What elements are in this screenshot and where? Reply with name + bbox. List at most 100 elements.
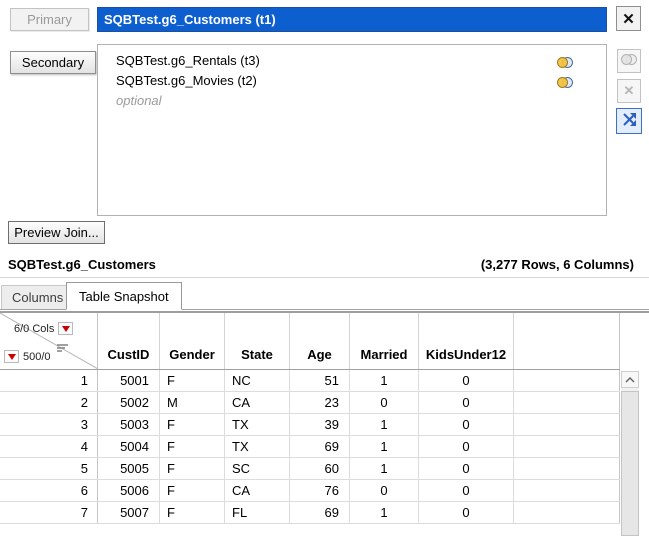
data-cell[interactable]: TX (225, 436, 290, 457)
row-number-cell[interactable]: 7 (0, 502, 98, 523)
primary-button[interactable]: Primary (10, 8, 89, 31)
scrollbar-thumb[interactable] (621, 391, 639, 536)
table-row[interactable]: 75007FFL6910 (0, 502, 620, 524)
secondary-table-item[interactable]: SQBTest.g6_Rentals (t3) (98, 51, 606, 71)
data-cell[interactable]: TX (225, 414, 290, 435)
secondary-table-item[interactable]: SQBTest.g6_Movies (t2) (98, 71, 606, 91)
data-cell[interactable]: 76 (290, 480, 350, 501)
data-cell[interactable]: 69 (290, 436, 350, 457)
filler-cell (514, 436, 620, 457)
chevron-up-icon (625, 377, 635, 383)
data-cell[interactable]: F (160, 436, 225, 457)
secondary-tables-list[interactable]: SQBTest.g6_Rentals (t3) SQBTest.g6_Movie… (97, 44, 607, 216)
column-header-custid[interactable]: CustID (98, 313, 160, 369)
data-cell[interactable]: 1 (350, 458, 419, 479)
row-number-cell[interactable]: 4 (0, 436, 98, 457)
vertical-scrollbar[interactable] (621, 371, 639, 536)
table-header-row: 6/0 Cols 500/0 (0, 313, 620, 370)
table-row[interactable]: 15001FNC5110 (0, 370, 620, 392)
column-header-gender[interactable]: Gender (160, 313, 225, 369)
data-cell[interactable]: 5004 (98, 436, 160, 457)
tab-bar: Columns Table Snapshot (0, 278, 649, 310)
snapshot-body: 15001FNC511025002MCA230035003FTX39104500… (0, 370, 620, 524)
data-cell[interactable]: 0 (419, 458, 514, 479)
secondary-button[interactable]: Secondary (10, 51, 96, 74)
data-cell[interactable]: 1 (350, 370, 419, 391)
row-number-cell[interactable]: 6 (0, 480, 98, 501)
data-cell[interactable]: 0 (419, 414, 514, 435)
data-cell[interactable]: 39 (290, 414, 350, 435)
data-cell[interactable]: 1 (350, 414, 419, 435)
table-row[interactable]: 35003FTX3910 (0, 414, 620, 436)
table-row[interactable]: 55005FSC6010 (0, 458, 620, 480)
data-cell[interactable]: F (160, 480, 225, 501)
remove-join-button[interactable]: ✕ (617, 79, 641, 103)
row-number-cell[interactable]: 1 (0, 370, 98, 391)
columns-badge: 6/0 Cols (14, 322, 73, 335)
data-cell[interactable]: F (160, 458, 225, 479)
data-cell[interactable]: 5007 (98, 502, 160, 523)
data-cell[interactable]: 5005 (98, 458, 160, 479)
data-cell[interactable]: SC (225, 458, 290, 479)
data-cell[interactable]: 69 (290, 502, 350, 523)
data-cell[interactable]: 0 (350, 480, 419, 501)
column-header-kidsunder12[interactable]: KidsUnder12 (419, 313, 514, 369)
data-cell[interactable]: 1 (350, 502, 419, 523)
tab-table-snapshot[interactable]: Table Snapshot (66, 282, 182, 310)
table-row[interactable]: 25002MCA2300 (0, 392, 620, 414)
columns-filter-icon[interactable] (56, 341, 69, 356)
data-cell[interactable]: F (160, 414, 225, 435)
primary-table-value: SQBTest.g6_Customers (t1) (104, 12, 276, 27)
row-number-cell[interactable]: 3 (0, 414, 98, 435)
data-cell[interactable]: 0 (350, 392, 419, 413)
data-cell[interactable]: M (160, 392, 225, 413)
tab-columns[interactable]: Columns (1, 285, 74, 309)
primary-table-field[interactable]: SQBTest.g6_Customers (t1) (97, 7, 607, 32)
swap-tables-button[interactable] (616, 108, 642, 134)
table-row[interactable]: 45004FTX6910 (0, 436, 620, 458)
row-number-cell[interactable]: 5 (0, 458, 98, 479)
data-cell[interactable]: 0 (419, 392, 514, 413)
data-cell[interactable]: CA (225, 480, 290, 501)
data-cell[interactable]: CA (225, 392, 290, 413)
data-cell[interactable]: 5001 (98, 370, 160, 391)
join-venn-icon[interactable] (556, 75, 574, 95)
data-cell[interactable]: F (160, 370, 225, 391)
data-cell[interactable]: 1 (350, 436, 419, 457)
column-header-state[interactable]: State (225, 313, 290, 369)
row-number-cell[interactable]: 2 (0, 392, 98, 413)
secondary-table-label: SQBTest.g6_Movies (t2) (116, 73, 257, 88)
data-cell[interactable]: F (160, 502, 225, 523)
data-cell[interactable]: NC (225, 370, 290, 391)
data-cell[interactable]: 60 (290, 458, 350, 479)
data-cell[interactable]: 23 (290, 392, 350, 413)
data-cell[interactable]: FL (225, 502, 290, 523)
scroll-up-button[interactable] (621, 371, 639, 388)
data-cell[interactable]: 5002 (98, 392, 160, 413)
edit-join-button[interactable] (617, 49, 641, 73)
snapshot-table: 6/0 Cols 500/0 (0, 311, 649, 536)
venn-disabled-icon (620, 53, 638, 69)
red-triangle-icon (62, 326, 70, 332)
data-cell[interactable]: 0 (419, 370, 514, 391)
table-summary: (3,277 Rows, 6 Columns) (481, 257, 634, 272)
close-icon: ✕ (622, 10, 635, 28)
data-cell[interactable]: 5006 (98, 480, 160, 501)
red-triangle-icon (8, 354, 16, 360)
data-cell[interactable]: 51 (290, 370, 350, 391)
data-cell[interactable]: 0 (419, 502, 514, 523)
close-button[interactable]: ✕ (616, 6, 641, 31)
column-header-age[interactable]: Age (290, 313, 350, 369)
query-builder-join-panel: Primary SQBTest.g6_Customers (t1) ✕ Seco… (0, 0, 649, 536)
table-row[interactable]: 65006FCA7600 (0, 480, 620, 502)
data-cell[interactable]: 5003 (98, 414, 160, 435)
data-cell[interactable]: 0 (419, 480, 514, 501)
rows-badge-label: 500/0 (23, 351, 51, 363)
rows-menu-button[interactable] (4, 350, 19, 363)
filler-cell (514, 414, 620, 435)
columns-menu-button[interactable] (58, 322, 73, 335)
column-header-married[interactable]: Married (350, 313, 419, 369)
columns-badge-label: 6/0 Cols (14, 323, 54, 335)
preview-join-button[interactable]: Preview Join... (8, 221, 105, 244)
data-cell[interactable]: 0 (419, 436, 514, 457)
